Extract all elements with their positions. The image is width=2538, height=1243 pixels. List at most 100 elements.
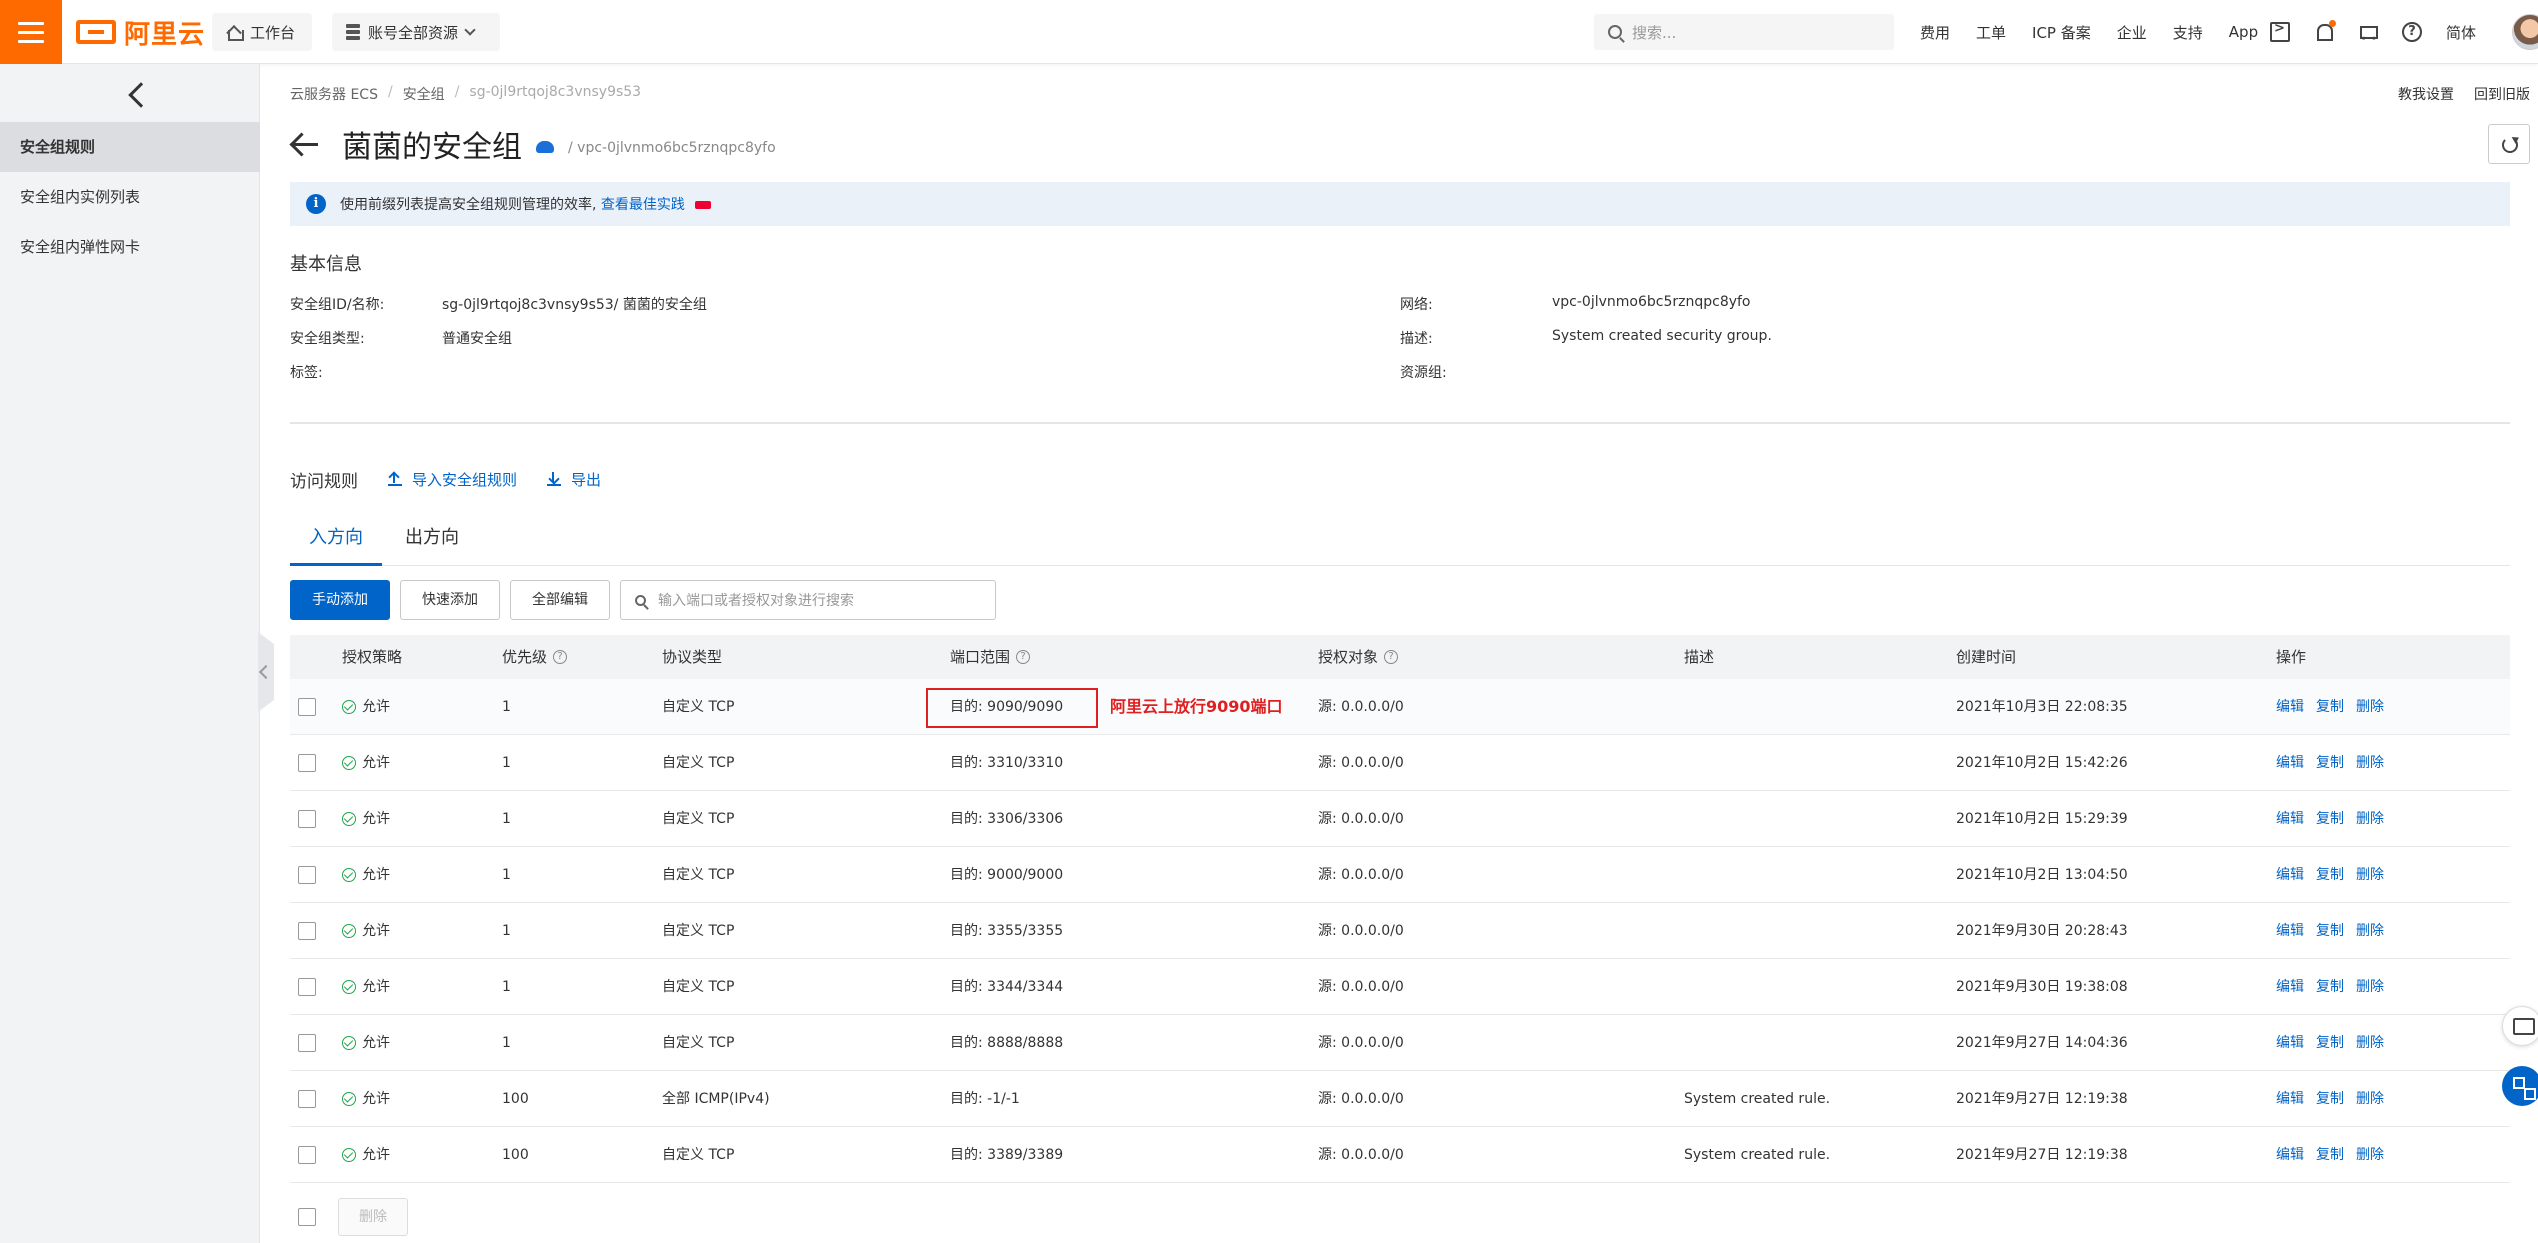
import-rules-link[interactable]: 导入安全组规则 xyxy=(388,469,517,490)
edit-all-button[interactable]: 全部编辑 xyxy=(510,580,610,620)
help-icon[interactable]: ? xyxy=(1016,650,1031,664)
vpc-subtitle: / vpc-0jlvnmo6bc5rznqpc8yfo xyxy=(568,140,776,156)
row-checkbox[interactable] xyxy=(298,1090,316,1108)
delete-link[interactable]: 删除 xyxy=(2356,1071,2384,1127)
edit-link[interactable]: 编辑 xyxy=(2276,1015,2304,1071)
top-link-2[interactable]: ICP 备案 xyxy=(2032,22,2091,43)
col-policy: 授权策略 xyxy=(342,648,403,666)
help-icon[interactable]: ? xyxy=(1384,650,1399,664)
delete-link[interactable]: 删除 xyxy=(2356,1015,2384,1071)
top-link-0[interactable]: 费用 xyxy=(1920,22,1950,43)
copy-link[interactable]: 复制 xyxy=(2316,791,2344,847)
row-checkbox[interactable] xyxy=(298,698,316,716)
sidebar-item-eni[interactable]: 安全组内弹性网卡 xyxy=(0,222,260,272)
delete-link[interactable]: 删除 xyxy=(2356,903,2384,959)
sidebar-item-security-rules[interactable]: 安全组规则 xyxy=(0,122,260,172)
edit-link[interactable]: 编辑 xyxy=(2276,847,2304,903)
rules-search-input[interactable]: 输入端口或者授权对象进行搜索 xyxy=(620,580,996,620)
resources-icon xyxy=(346,24,360,40)
delete-link[interactable]: 删除 xyxy=(2356,959,2384,1015)
edit-link[interactable]: 编辑 xyxy=(2276,1071,2304,1127)
cell-protocol: 自定义 TCP xyxy=(662,1147,735,1163)
edit-link[interactable]: 编辑 xyxy=(2276,1127,2304,1183)
tab-outbound[interactable]: 出方向 xyxy=(394,504,470,566)
edit-link[interactable]: 编辑 xyxy=(2276,791,2304,847)
apps-grid-icon[interactable] xyxy=(2502,1066,2538,1106)
row-checkbox[interactable] xyxy=(298,754,316,772)
check-circle-icon xyxy=(342,924,356,938)
copy-link[interactable]: 复制 xyxy=(2316,1015,2344,1071)
row-actions: 编辑 复制 删除 xyxy=(2276,1071,2384,1127)
copy-link[interactable]: 复制 xyxy=(2316,847,2344,903)
check-circle-icon xyxy=(342,980,356,994)
language-switch[interactable]: 简体 xyxy=(2446,22,2476,43)
breadcrumb-security-group[interactable]: 安全组 xyxy=(403,84,445,104)
check-circle-icon xyxy=(342,1148,356,1162)
sidebar-collapse-handle[interactable] xyxy=(258,632,274,712)
col-priority: 优先级? xyxy=(502,635,568,679)
account-resources-dropdown[interactable]: 账号全部资源 xyxy=(332,13,500,51)
help-icon[interactable]: ? xyxy=(553,650,568,664)
top-link-3[interactable]: 企业 xyxy=(2117,22,2147,43)
avatar[interactable] xyxy=(2512,14,2538,50)
hamburger-menu-icon[interactable] xyxy=(0,0,62,64)
edit-link[interactable]: 编辑 xyxy=(2276,903,2304,959)
refresh-button[interactable] xyxy=(2488,124,2530,164)
copy-link[interactable]: 复制 xyxy=(2316,903,2344,959)
top-link-4[interactable]: 支持 xyxy=(2173,22,2203,43)
top-link-1[interactable]: 工单 xyxy=(1976,22,2006,43)
cell-time: 2021年10月2日 15:29:39 xyxy=(1956,811,2128,827)
bell-icon[interactable] xyxy=(2314,20,2336,42)
cell-port: 目的: 3389/3389 xyxy=(950,1147,1064,1163)
old-version-link[interactable]: 回到旧版 xyxy=(2474,84,2530,104)
help-icon[interactable]: ? xyxy=(2402,22,2422,42)
aliyun-logo[interactable]: 阿里云 xyxy=(76,14,205,50)
table-row: 允许 1 自定义 TCP 目的: 9090/9090 源: 0.0.0.0/0 2021年… xyxy=(290,679,2510,735)
row-checkbox[interactable] xyxy=(298,922,316,940)
best-practice-link[interactable]: 查看最佳实践 xyxy=(601,197,685,213)
top-link-5[interactable]: App xyxy=(2229,23,2258,41)
export-link[interactable]: 导出 xyxy=(547,469,601,490)
edit-link[interactable]: 编辑 xyxy=(2276,735,2304,791)
manual-add-button[interactable]: 手动添加 xyxy=(290,580,390,620)
row-checkbox[interactable] xyxy=(298,978,316,996)
teach-me-link[interactable]: 教我设置 xyxy=(2398,84,2454,104)
row-checkbox[interactable] xyxy=(298,866,316,884)
copy-link[interactable]: 复制 xyxy=(2316,1127,2344,1183)
select-all-checkbox[interactable] xyxy=(298,1208,316,1226)
cell-time: 2021年10月2日 13:04:50 xyxy=(1956,867,2128,883)
cell-priority: 1 xyxy=(502,755,511,771)
terminal-icon[interactable] xyxy=(2270,21,2290,42)
back-chevron-icon[interactable] xyxy=(128,82,154,108)
sidebar-item-instances[interactable]: 安全组内实例列表 xyxy=(0,172,260,222)
tab-inbound[interactable]: 入方向 xyxy=(290,504,382,566)
delete-link[interactable]: 删除 xyxy=(2356,847,2384,903)
breadcrumb: 云服务器 ECS / 安全组 / sg-0jl9rtqoj8c3vnsy9s53 xyxy=(290,84,642,104)
breadcrumb-ecs[interactable]: 云服务器 ECS xyxy=(290,84,378,104)
edit-link[interactable]: 编辑 xyxy=(2276,679,2304,735)
row-checkbox[interactable] xyxy=(298,1034,316,1052)
col-time: 创建时间 xyxy=(1956,648,2017,666)
global-search-input[interactable]: 搜索... xyxy=(1594,14,1894,50)
cell-time: 2021年9月27日 14:04:36 xyxy=(1956,1035,2128,1051)
workbench-button[interactable]: 工作台 xyxy=(212,13,312,51)
quick-add-button[interactable]: 快速添加 xyxy=(400,580,500,620)
row-checkbox[interactable] xyxy=(298,810,316,828)
delete-link[interactable]: 删除 xyxy=(2356,735,2384,791)
cell-protocol: 自定义 TCP xyxy=(662,1035,735,1051)
chat-icon[interactable] xyxy=(2502,1006,2538,1046)
delete-link[interactable]: 删除 xyxy=(2356,679,2384,735)
row-checkbox[interactable] xyxy=(298,1146,316,1164)
page-title: 菌菌的安全组 xyxy=(342,130,522,165)
row-actions: 编辑 复制 删除 xyxy=(2276,1127,2384,1183)
copy-link[interactable]: 复制 xyxy=(2316,1071,2344,1127)
copy-link[interactable]: 复制 xyxy=(2316,735,2344,791)
cart-icon[interactable] xyxy=(2358,22,2378,47)
copy-link[interactable]: 复制 xyxy=(2316,959,2344,1015)
back-arrow-icon[interactable] xyxy=(290,132,320,156)
delete-link[interactable]: 删除 xyxy=(2356,791,2384,847)
edit-link[interactable]: 编辑 xyxy=(2276,959,2304,1015)
aliyun-logo-icon xyxy=(76,20,116,44)
copy-link[interactable]: 复制 xyxy=(2316,679,2344,735)
delete-link[interactable]: 删除 xyxy=(2356,1127,2384,1183)
